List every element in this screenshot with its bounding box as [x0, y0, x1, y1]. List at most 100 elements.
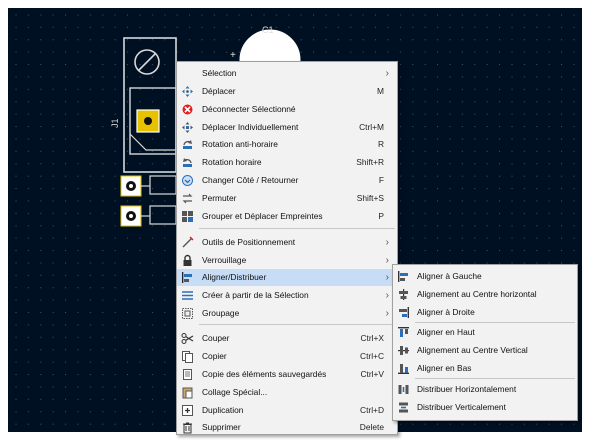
submenu-item-distribuer-verticalement[interactable]: Distribuer Verticalement	[393, 399, 577, 416]
menu-item-selection[interactable]: Sélection ›	[177, 65, 397, 82]
group-icon	[181, 307, 194, 320]
submenu-item-label: Distribuer Verticalement	[417, 402, 506, 412]
menu-item-label: Outils de Positionnement	[202, 237, 296, 247]
chevron-right-icon: ›	[385, 272, 389, 283]
menu-item-copie-des-elements-sauvegardes[interactable]: Copie des éléments sauvegardés Ctrl+V	[177, 366, 397, 383]
menu-item-shortcut: Ctrl+C	[360, 351, 384, 361]
trash-icon	[181, 421, 194, 434]
menu-item-couper[interactable]: Couper Ctrl+X	[177, 330, 397, 347]
menu-item-shortcut: Shift+R	[356, 157, 384, 167]
menu-item-label: Déplacer	[202, 86, 236, 96]
menu-item-deplacer-individuellement[interactable]: Déplacer Individuellement Ctrl+M	[177, 119, 397, 136]
submenu-item-label: Aligner en Haut	[417, 327, 475, 337]
submenu-item-aligner-a-gauche[interactable]: Aligner à Gauche	[393, 268, 577, 285]
menu-item-creer-a-partir-de-la-selection[interactable]: Créer à partir de la Sélection ›	[177, 287, 397, 304]
chevron-right-icon: ›	[385, 237, 389, 248]
menu-item-shortcut: Ctrl+M	[359, 122, 384, 132]
paste-special-icon	[181, 386, 194, 399]
menu-item-shortcut: Ctrl+D	[360, 405, 384, 415]
create-from-selection-icon	[181, 289, 194, 302]
align-left-icon	[397, 270, 410, 283]
move-arrows-icon	[181, 85, 194, 98]
lock-icon	[181, 254, 194, 267]
duplicate-icon	[181, 404, 194, 417]
menu-separator	[415, 322, 575, 323]
swap-icon	[181, 192, 194, 205]
menu-item-label: Verrouillage	[202, 255, 247, 265]
align-center-horizontal-icon	[397, 288, 410, 301]
submenu-item-aligner-en-bas[interactable]: Aligner en Bas	[393, 360, 577, 377]
align-right-icon	[397, 306, 410, 319]
submenu-item-distribuer-horizontalement[interactable]: Distribuer Horizontalement	[393, 381, 577, 398]
svg-text:+: +	[230, 50, 236, 61]
rotate-ccw-icon	[181, 138, 194, 151]
move-individually-icon	[181, 121, 194, 134]
menu-item-label: Créer à partir de la Sélection	[202, 290, 309, 300]
align-distribute-submenu: Aligner à Gauche Alignement au Centre hor…	[392, 264, 578, 421]
menu-item-deconnecter-selectionne[interactable]: Déconnecter Sélectionné	[177, 101, 397, 118]
menu-item-shortcut: Delete	[359, 422, 384, 432]
menu-item-groupage[interactable]: Groupage ›	[177, 305, 397, 322]
menu-item-outils-de-positionnement[interactable]: Outils de Positionnement ›	[177, 234, 397, 251]
menu-item-rotation-anti-horaire[interactable]: Rotation anti-horaire R	[177, 136, 397, 153]
menu-item-label: Déplacer Individuellement	[202, 122, 299, 132]
submenu-item-label: Distribuer Horizontalement	[417, 384, 517, 394]
menu-item-label: Déconnecter Sélectionné	[202, 104, 296, 114]
submenu-item-alignement-au-centre-horizontal[interactable]: Alignement au Centre horizontal	[393, 286, 577, 303]
copy-saved-icon	[181, 368, 194, 381]
menu-item-shortcut: R	[377, 139, 384, 149]
distribute-vertical-icon	[397, 401, 410, 414]
disconnect-icon	[181, 103, 194, 116]
menu-item-grouper-et-deplacer-empreintes[interactable]: Grouper et Déplacer Empreintes P	[177, 208, 397, 225]
menu-item-label: Copie des éléments sauvegardés	[202, 369, 327, 379]
menu-item-aligner-distribuer[interactable]: Aligner/Distribuer ›	[177, 269, 397, 286]
menu-separator	[199, 228, 395, 229]
rotate-cw-icon	[181, 156, 194, 169]
menu-item-label: Sélection	[202, 68, 237, 78]
submenu-item-label: Aligner à Droite	[417, 307, 475, 317]
menu-item-label: Collage Spécial...	[202, 387, 268, 397]
menu-item-changer-cote-retourner[interactable]: Changer Côté / Retourner F	[177, 172, 397, 189]
menu-item-label: Permuter	[202, 193, 237, 203]
menu-item-duplication[interactable]: Duplication Ctrl+D	[177, 402, 397, 419]
submenu-item-label: Aligner à Gauche	[417, 271, 482, 281]
menu-item-collage-special[interactable]: Collage Spécial...	[177, 384, 397, 401]
menu-separator	[199, 324, 395, 325]
menu-item-label: Copier	[202, 351, 227, 361]
menu-item-label: Duplication	[202, 405, 244, 415]
submenu-item-label: Aligner en Bas	[417, 363, 472, 373]
flip-icon	[181, 174, 194, 187]
menu-item-shortcut: P	[378, 211, 384, 221]
menu-separator	[415, 378, 575, 379]
menu-item-deplacer[interactable]: Déplacer M	[177, 83, 397, 100]
submenu-item-label: Alignement au Centre horizontal	[417, 289, 537, 299]
align-bottom-icon	[397, 362, 410, 375]
menu-item-label: Grouper et Déplacer Empreintes	[202, 211, 323, 221]
align-top-icon	[397, 326, 410, 339]
menu-item-shortcut: Ctrl+V	[360, 369, 384, 379]
menu-item-shortcut: Shift+S	[356, 193, 384, 203]
submenu-item-aligner-en-haut[interactable]: Aligner en Haut	[393, 324, 577, 341]
positioning-tools-icon	[181, 236, 194, 249]
distribute-horizontal-icon	[397, 383, 410, 396]
context-menu: Sélection › Déplacer M Déconnecter Sélection…	[176, 61, 398, 435]
submenu-item-aligner-a-droite[interactable]: Aligner à Droite	[393, 304, 577, 321]
menu-item-label: Rotation anti-horaire	[202, 139, 278, 149]
pack-footprints-icon	[181, 210, 194, 223]
copy-icon	[181, 350, 194, 363]
menu-item-permuter[interactable]: Permuter Shift+S	[177, 190, 397, 207]
menu-item-copier[interactable]: Copier Ctrl+C	[177, 348, 397, 365]
menu-item-label: Rotation horaire	[202, 157, 262, 167]
chevron-right-icon: ›	[385, 290, 389, 301]
submenu-item-alignement-au-centre-vertical[interactable]: Alignement au Centre Vertical	[393, 342, 577, 359]
menu-item-shortcut: F	[378, 175, 384, 185]
menu-item-rotation-horaire[interactable]: Rotation horaire Shift+R	[177, 154, 397, 171]
menu-item-label: Changer Côté / Retourner	[202, 175, 299, 185]
menu-item-label: Couper	[202, 333, 230, 343]
menu-item-shortcut: M	[377, 86, 384, 96]
menu-item-supprimer[interactable]: Supprimer Delete	[177, 419, 397, 436]
chevron-right-icon: ›	[385, 68, 389, 79]
chevron-right-icon: ›	[385, 308, 389, 319]
menu-item-verrouillage[interactable]: Verrouillage ›	[177, 252, 397, 269]
scissors-icon	[181, 332, 194, 345]
